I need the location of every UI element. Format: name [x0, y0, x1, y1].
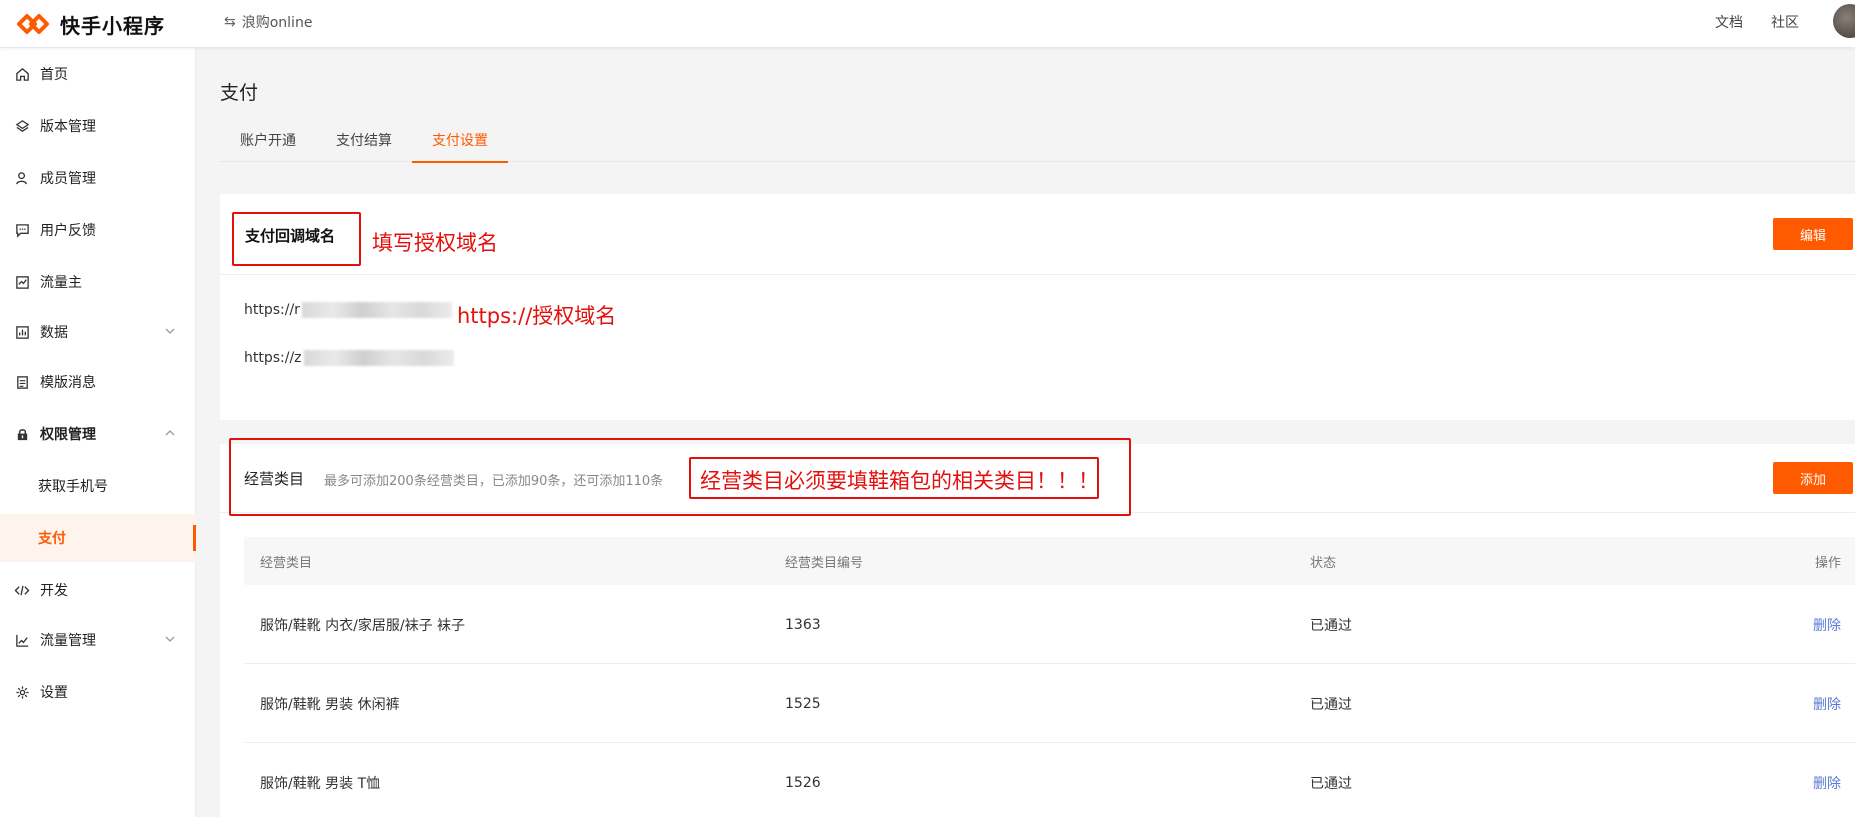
sidebar-item-get-phone[interactable]: 获取手机号 [0, 462, 196, 510]
app-name: 浪购online [241, 15, 313, 31]
callback-url-2: https://z [244, 350, 454, 366]
callback-url-text: https://r [244, 302, 300, 318]
column-header-status: 状态 [1310, 555, 1337, 571]
logo[interactable]: 快手小程序 [16, 6, 165, 42]
category-code: 1525 [785, 695, 821, 712]
column-header-code: 经营类目编号 [785, 555, 864, 571]
category-name: 服饰/鞋靴 内衣/家居服/袜子 袜子 [260, 617, 466, 634]
chevron-up-icon [165, 430, 175, 436]
app-switcher[interactable]: ⇆ 浪购online [224, 8, 312, 36]
gear-icon [14, 684, 30, 700]
sidebar-item-data[interactable]: 数据 [0, 308, 196, 356]
redacted-block [301, 302, 452, 318]
tab-bar: 账户开通 支付结算 支付设置 [220, 118, 1855, 163]
lock-icon [14, 426, 30, 442]
kuaishou-logo-icon [17, 14, 49, 34]
category-status: 已通过 [1310, 617, 1352, 634]
sidebar-item-develop[interactable]: 开发 [0, 566, 196, 614]
sidebar-item-members[interactable]: 成员管理 [0, 154, 196, 202]
message-icon [14, 222, 30, 238]
redacted-block [303, 350, 454, 366]
sidebar-item-label: 开发 [40, 583, 68, 599]
sidebar-item-feedback[interactable]: 用户反馈 [0, 206, 196, 254]
category-status: 已通过 [1310, 775, 1352, 792]
chevron-down-icon [165, 328, 175, 334]
sidebar-item-payment[interactable]: 支付 [0, 514, 196, 562]
sidebar-item-label: 数据 [40, 325, 68, 341]
category-name: 服饰/鞋靴 男装 T恤 [260, 775, 381, 792]
category-status: 已通过 [1310, 696, 1352, 713]
logo-text: 快手小程序 [60, 13, 165, 38]
sidebar-item-label: 流量主 [40, 275, 82, 291]
table-row: 服饰/鞋靴 内衣/家居服/袜子 袜子 1363 已通过 删除 [244, 585, 1855, 664]
column-header-category: 经营类目 [260, 555, 313, 571]
sidebar-item-label: 支付 [38, 531, 66, 547]
chevron-down-icon [165, 636, 175, 642]
avatar[interactable] [1833, 4, 1855, 38]
home-icon [14, 66, 30, 82]
user-icon [14, 170, 30, 186]
trend-icon [14, 632, 30, 648]
category-code: 1526 [785, 774, 821, 791]
callback-url-text: https://z [244, 350, 302, 366]
sidebar-item-label: 权限管理 [40, 427, 96, 443]
chart-card-icon [14, 274, 30, 290]
sidebar-item-label: 成员管理 [40, 171, 96, 187]
sidebar-item-traffic-management[interactable]: 流量管理 [0, 616, 196, 664]
delete-link[interactable]: 删除 [1813, 585, 1841, 664]
tab-settlement[interactable]: 支付结算 [316, 118, 412, 162]
code-icon [14, 582, 30, 598]
callback-url-1: https://r [244, 302, 452, 318]
sidebar-item-label: 获取手机号 [38, 479, 108, 495]
sidebar-item-label: 模版消息 [40, 375, 96, 391]
add-category-button[interactable]: 添加 [1773, 462, 1853, 494]
sidebar-item-traffic-master[interactable]: 流量主 [0, 258, 196, 306]
tab-payment-settings[interactable]: 支付设置 [412, 118, 508, 163]
sidebar-item-settings[interactable]: 设置 [0, 668, 196, 716]
category-code: 1363 [785, 616, 821, 633]
annotation-category-note: 经营类目必须要填鞋箱包的相关类目！！！ [700, 469, 1099, 493]
page-title: 支付 [220, 82, 259, 104]
docs-link[interactable]: 文档 [1715, 12, 1743, 32]
sidebar-item-label: 版本管理 [40, 119, 96, 135]
sidebar-item-label: 首页 [40, 67, 68, 83]
column-header-action: 操作 [1814, 555, 1841, 571]
document-icon [14, 374, 30, 390]
top-links: 文档 社区 [1715, 8, 1799, 36]
sidebar-item-label: 设置 [40, 685, 68, 701]
sidebar-item-permissions[interactable]: 权限管理 [0, 410, 196, 458]
annotation-url-domain: https://授权域名 [457, 304, 617, 328]
category-name: 服饰/鞋靴 男装 休闲裤 [260, 696, 400, 713]
delete-link[interactable]: 删除 [1813, 743, 1841, 817]
tab-account-open[interactable]: 账户开通 [220, 118, 316, 162]
sidebar-item-template-message[interactable]: 模版消息 [0, 358, 196, 406]
annotation-box-callback-title [232, 212, 361, 266]
edit-button[interactable]: 编辑 [1773, 218, 1853, 250]
sidebar-item-version[interactable]: 版本管理 [0, 102, 196, 150]
top-bar: 快手小程序 ⇆ 浪购online 文档 社区 [0, 0, 1855, 48]
table-row: 服饰/鞋靴 男装 休闲裤 1525 已通过 删除 [244, 664, 1855, 743]
table-row: 服饰/鞋靴 男装 T恤 1526 已通过 删除 [244, 743, 1855, 817]
delete-link[interactable]: 删除 [1813, 664, 1841, 743]
annotation-fill-domain: 填写授权域名 [372, 231, 498, 255]
sidebar: 首页 版本管理 成员管理 用户反馈 流量主 数据 模版消息 权限管理 获取手机号… [0, 48, 196, 817]
sidebar-item-home[interactable]: 首页 [0, 50, 196, 98]
sidebar-item-label: 流量管理 [40, 633, 96, 649]
community-link[interactable]: 社区 [1771, 12, 1799, 32]
table-header: 经营类目 经营类目编号 状态 操作 [244, 537, 1855, 585]
swap-icon: ⇆ [224, 14, 236, 30]
bar-chart-icon [14, 324, 30, 340]
sidebar-item-label: 用户反馈 [40, 223, 96, 239]
divider [220, 274, 1855, 275]
layers-icon [14, 118, 30, 134]
